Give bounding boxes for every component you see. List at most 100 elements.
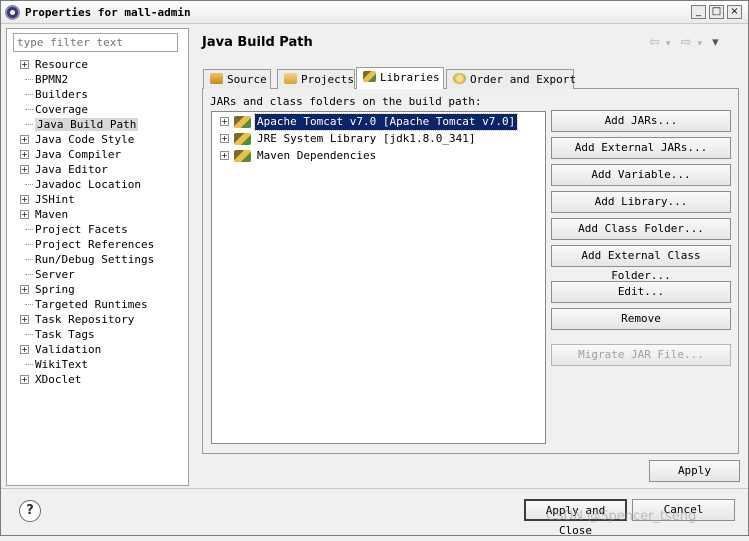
- maximize-button[interactable]: □: [709, 5, 724, 19]
- nav-item-label: Server: [35, 268, 75, 281]
- section-label: JARs and class folders on the build path…: [210, 95, 482, 108]
- window-title: Properties for mall-admin: [25, 6, 191, 19]
- view-menu-chevron-icon[interactable]: ▾: [712, 35, 719, 50]
- nav-item[interactable]: Javadoc Location: [7, 177, 188, 192]
- nav-item-label: WikiText: [35, 358, 88, 371]
- nav-item[interactable]: Java Build Path: [7, 117, 188, 132]
- nav-item[interactable]: + Task Repository: [7, 312, 188, 327]
- nav-item[interactable]: + Maven: [7, 207, 188, 222]
- tree-connector: [25, 244, 33, 245]
- forward-arrow-icon[interactable]: ⇨: [681, 35, 692, 50]
- nav-item[interactable]: + Java Compiler: [7, 147, 188, 162]
- nav-item[interactable]: Targeted Runtimes: [7, 297, 188, 312]
- source-folder-icon: [210, 73, 223, 84]
- nav-item[interactable]: Task Tags: [7, 327, 188, 342]
- help-icon[interactable]: ?: [19, 500, 41, 522]
- tree-connector: [25, 184, 33, 185]
- minimize-button[interactable]: _: [691, 5, 706, 19]
- expand-plus-icon[interactable]: +: [220, 151, 229, 160]
- nav-item[interactable]: Project References: [7, 237, 188, 252]
- library-icon: [234, 116, 251, 128]
- library-icon: [234, 150, 251, 162]
- expand-plus-icon[interactable]: +: [20, 285, 29, 294]
- apply-button[interactable]: Apply: [649, 460, 740, 482]
- nav-item-label: Project Facets: [35, 223, 128, 236]
- nav-item-label: Validation: [35, 343, 102, 356]
- libraries-icon: [363, 71, 376, 82]
- nav-item-label: XDoclet: [35, 373, 82, 386]
- nav-item[interactable]: + XDoclet: [7, 372, 188, 387]
- tab-order-and-export[interactable]: Order and Export: [446, 69, 576, 89]
- nav-item-label: BPMN2: [35, 73, 69, 86]
- nav-item[interactable]: Server: [7, 267, 188, 282]
- tab-libraries[interactable]: Libraries: [356, 67, 444, 89]
- nav-item[interactable]: WikiText: [7, 357, 188, 372]
- nav-item-label: Builders: [35, 88, 88, 101]
- nav-item-label: Targeted Runtimes: [35, 298, 148, 311]
- add-external-jars-button[interactable]: Add External JARs...: [551, 137, 731, 159]
- migrate-jar-button[interactable]: Migrate JAR File...: [551, 344, 731, 366]
- tree-connector: [25, 304, 33, 305]
- nav-item[interactable]: Project Facets: [7, 222, 188, 237]
- page-title: Java Build Path: [202, 35, 313, 50]
- nav-item[interactable]: BPMN2: [7, 72, 188, 87]
- nav-item[interactable]: + JSHint: [7, 192, 188, 207]
- expand-plus-icon[interactable]: +: [20, 135, 29, 144]
- add-library-button[interactable]: Add Library...: [551, 191, 731, 213]
- tab-source[interactable]: Source: [203, 69, 271, 89]
- nav-item[interactable]: + Java Code Style: [7, 132, 188, 147]
- library-label: JRE System Library [jdk1.8.0_341]: [257, 132, 476, 145]
- expand-plus-icon[interactable]: +: [20, 315, 29, 324]
- nav-list: + Resource BPMN2 Builders Coverage Java Build…: [7, 57, 188, 387]
- tree-connector: [25, 229, 33, 230]
- add-jars-button[interactable]: Add JARs...: [551, 110, 731, 132]
- expand-plus-icon[interactable]: +: [20, 150, 29, 159]
- tree-connector: [25, 334, 33, 335]
- back-menu-chevron-icon[interactable]: ▾: [666, 39, 671, 49]
- nav-item-label: Java Code Style: [35, 133, 135, 146]
- nav-item-label: Javadoc Location: [35, 178, 141, 191]
- nav-item[interactable]: Builders: [7, 87, 188, 102]
- expand-plus-icon[interactable]: +: [220, 117, 229, 126]
- add-external-class-folder-button[interactable]: Add External Class Folder...: [551, 245, 731, 282]
- expand-plus-icon[interactable]: +: [220, 134, 229, 143]
- tree-connector: [25, 364, 33, 365]
- nav-item[interactable]: Coverage: [7, 102, 188, 117]
- expand-plus-icon[interactable]: +: [20, 210, 29, 219]
- add-class-folder-button[interactable]: Add Class Folder...: [551, 218, 731, 240]
- nav-item-label: Java Build Path: [35, 118, 139, 131]
- nav-item[interactable]: + Spring: [7, 282, 188, 297]
- properties-window: Properties for mall-admin _ □ × + Resourc…: [0, 0, 749, 537]
- remove-button[interactable]: Remove: [551, 308, 731, 330]
- library-tree[interactable]: + Apache Tomcat v7.0 [Apache Tomcat v7.0]…: [211, 111, 546, 444]
- expand-plus-icon[interactable]: +: [20, 345, 29, 354]
- forward-menu-chevron-icon[interactable]: ▾: [697, 39, 702, 49]
- nav-item-label: Run/Debug Settings: [35, 253, 155, 266]
- nav-item-label: Coverage: [35, 103, 88, 116]
- expand-plus-icon[interactable]: +: [20, 375, 29, 384]
- property-page-tree: + Resource BPMN2 Builders Coverage Java Build…: [6, 28, 189, 486]
- title-bar: Properties for mall-admin _ □ ×: [1, 1, 748, 24]
- tab-projects[interactable]: Projects: [277, 69, 355, 89]
- edit-button[interactable]: Edit...: [551, 281, 731, 303]
- nav-item[interactable]: + Resource: [7, 57, 188, 72]
- nav-item-label: Resource: [35, 58, 88, 71]
- tree-connector: [25, 124, 33, 125]
- tree-connector: [25, 259, 33, 260]
- expand-plus-icon[interactable]: +: [20, 165, 29, 174]
- nav-item[interactable]: + Java Editor: [7, 162, 188, 177]
- tree-connector: [25, 274, 33, 275]
- expand-plus-icon[interactable]: +: [20, 60, 29, 69]
- back-arrow-icon[interactable]: ⇦: [649, 35, 660, 50]
- close-button[interactable]: ×: [727, 5, 742, 19]
- add-variable-button[interactable]: Add Variable...: [551, 164, 731, 186]
- projects-folder-icon: [284, 73, 297, 84]
- nav-item-label: Java Compiler: [35, 148, 122, 161]
- order-export-icon: [453, 73, 466, 84]
- expand-plus-icon[interactable]: +: [20, 195, 29, 204]
- nav-item[interactable]: Run/Debug Settings: [7, 252, 188, 267]
- nav-item[interactable]: + Validation: [7, 342, 188, 357]
- filter-input[interactable]: [13, 33, 178, 52]
- eclipse-icon: [5, 5, 20, 20]
- nav-item-label: Maven: [35, 208, 69, 221]
